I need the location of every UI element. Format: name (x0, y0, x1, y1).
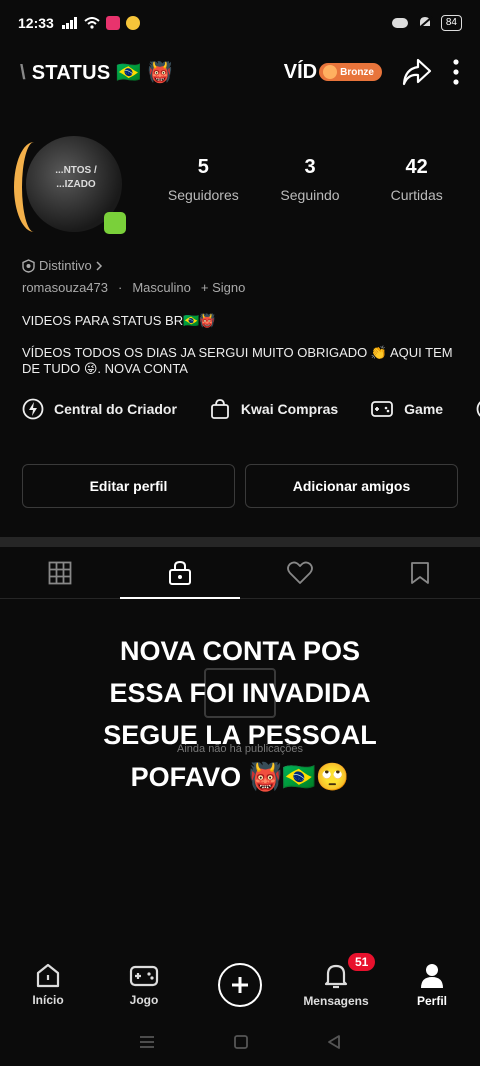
messages-count-badge: 51 (348, 953, 376, 971)
edit-profile-button[interactable]: Editar perfil (22, 464, 235, 508)
profile-header: \ STATUS 🇧🇷 👹 VÍD Bronze (0, 46, 480, 98)
bookmark-icon (411, 561, 429, 584)
nav-home[interactable]: Início (0, 955, 96, 1015)
profile-actions: Editar perfil Adicionar amigos (22, 464, 458, 508)
add-friends-button[interactable]: Adicionar amigos (245, 464, 458, 508)
tab-private[interactable] (120, 547, 240, 599)
username: romasouza473 (22, 280, 108, 295)
tab-liked[interactable] (240, 547, 360, 598)
battery-indicator: 84 (440, 15, 462, 31)
content-tabs (0, 547, 480, 599)
following-stat[interactable]: 3 Seguindo (257, 156, 364, 203)
badge-icon (22, 258, 35, 273)
tab-grid[interactable] (0, 547, 120, 598)
nav-messages[interactable]: Mensagens 51 (288, 953, 384, 1015)
avatar-sticker (104, 212, 126, 234)
nav-create[interactable] (192, 955, 288, 1015)
video-overlay-text: NOVA CONTA POS ESSA FOI INVADIDA SEGUE L… (103, 636, 377, 792)
level-badge[interactable]: Bronze (319, 63, 382, 81)
gamepad-icon (129, 965, 159, 987)
game-link[interactable]: Game (370, 398, 443, 420)
gender: Masculino (132, 280, 191, 295)
shopping-bag-icon (211, 399, 229, 419)
profile-title: \ STATUS 🇧🇷 👹 (20, 61, 173, 84)
plus-icon (218, 963, 262, 1007)
recent-apps-icon[interactable] (139, 1035, 155, 1049)
bio-text: VÍDEOS TODOS OS DIAS JA SERGUI MUITO OBR… (22, 345, 453, 376)
chevron-right-icon (96, 260, 102, 271)
wifi-icon (84, 17, 100, 29)
kwai-shopping-link[interactable]: Kwai Compras (209, 398, 338, 420)
bottom-navigation: Início Jogo Mensagens 51 Perfil (0, 953, 480, 1015)
status-bar: 12:33 84 (0, 0, 480, 46)
add-sign-button[interactable]: + Signo (201, 280, 245, 295)
chat-bubble-icon (476, 401, 480, 417)
followers-stat[interactable]: 5 Seguidores (150, 156, 257, 203)
lightning-icon (22, 398, 44, 420)
nav-game[interactable]: Jogo (96, 955, 192, 1015)
section-divider (0, 537, 480, 547)
nav-profile[interactable]: Perfil (384, 955, 480, 1015)
emoji-notification-icon (125, 16, 140, 30)
badge-link[interactable]: Distintivo (22, 258, 103, 273)
medal-icon (323, 65, 338, 79)
quick-links: Central do Criador Kwai Compras Game (22, 398, 480, 420)
tab-saved[interactable] (360, 547, 480, 598)
avatar[interactable]: ...NTOS / ...IZADO (14, 132, 132, 238)
app-notification-icon (105, 16, 120, 30)
more-options-icon[interactable] (452, 58, 460, 86)
gamepad-status-icon (391, 18, 408, 28)
bio-title: VIDEOS PARA STATUS BR🇧🇷👹 (22, 313, 216, 328)
more-links[interactable] (475, 398, 480, 420)
video-level-label[interactable]: VÍD Bronze (284, 61, 382, 84)
grid-icon (48, 561, 72, 584)
system-navigation-bar (0, 1028, 480, 1056)
separator: · (118, 280, 123, 295)
mute-icon (417, 16, 433, 30)
back-icon[interactable] (327, 1035, 341, 1049)
gamepad-icon (371, 401, 394, 417)
signal-icon (61, 17, 77, 29)
bell-icon (324, 964, 348, 989)
person-icon (421, 964, 443, 988)
heart-icon (287, 561, 313, 584)
likes-stat[interactable]: 42 Curtidas (363, 156, 470, 203)
profile-meta: romasouza473 · Masculino + Signo (22, 280, 245, 295)
lock-icon (169, 560, 191, 585)
home-button-icon[interactable] (234, 1035, 248, 1049)
clock: 12:33 (18, 15, 54, 31)
home-icon (36, 963, 60, 988)
profile-stats: 5 Seguidores 3 Seguindo 42 Curtidas (150, 156, 470, 203)
share-icon[interactable] (402, 58, 432, 86)
creator-center-link[interactable]: Central do Criador (22, 398, 177, 420)
